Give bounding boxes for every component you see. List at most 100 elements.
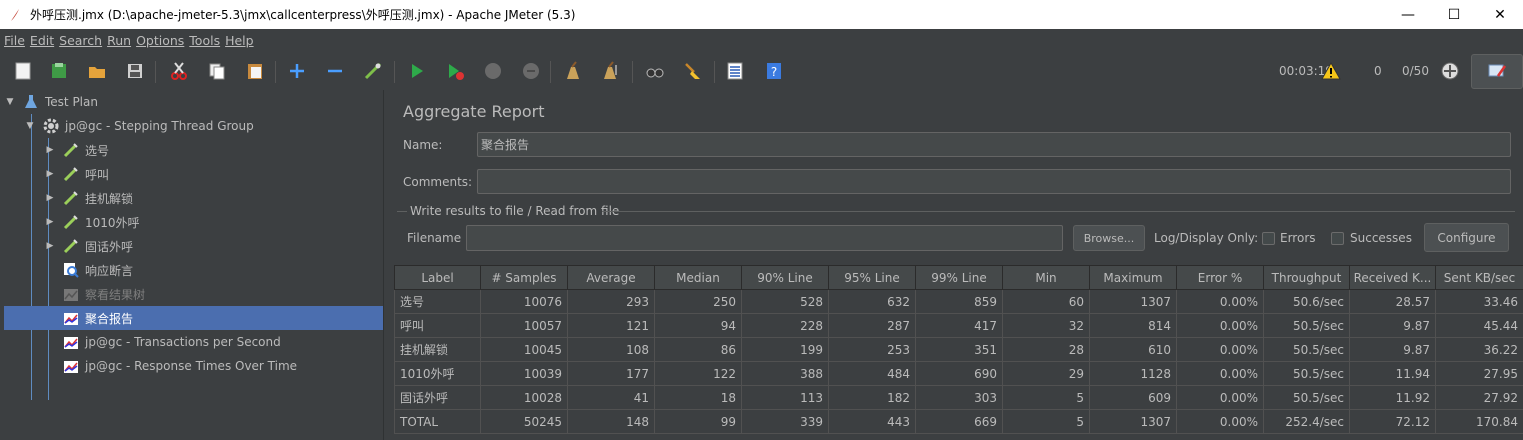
errors-checkbox[interactable] — [1262, 232, 1275, 245]
table-cell: 0.00% — [1176, 289, 1264, 314]
start-no-pauses-icon[interactable] — [444, 60, 466, 82]
search-binoculars-icon[interactable] — [644, 60, 666, 82]
column-header[interactable]: 95% Line — [828, 265, 916, 290]
chevron-down-icon[interactable]: ▼ — [24, 121, 36, 131]
comments-field[interactable] — [477, 169, 1511, 194]
menu-file[interactable]: File — [4, 33, 25, 48]
column-header[interactable]: 99% Line — [915, 265, 1003, 290]
successes-checkbox[interactable] — [1331, 232, 1344, 245]
save-icon[interactable] — [124, 60, 146, 82]
tree-node-assertion[interactable]: 响应断言 — [62, 258, 383, 282]
column-header[interactable]: 90% Line — [741, 265, 829, 290]
chevron-right-icon[interactable]: ▶ — [44, 217, 56, 227]
chevron-right-icon[interactable]: ▶ — [44, 193, 56, 203]
clear-all-icon[interactable] — [600, 60, 622, 82]
tree-node-thread-group[interactable]: ▼ jp@gc - Stepping Thread Group — [24, 114, 383, 138]
title-bar: 外呼压测.jmx (D:\apache-jmeter-5.3\jmx\callc… — [0, 0, 1523, 29]
chevron-right-icon[interactable]: ▶ — [44, 169, 56, 179]
column-header[interactable]: Received K... — [1349, 265, 1436, 290]
table-cell: 148 — [567, 409, 655, 434]
menu-search[interactable]: Search — [59, 33, 102, 48]
table-cell: 5 — [1002, 409, 1090, 434]
table-cell: 632 — [828, 289, 916, 314]
table-row[interactable]: TOTAL 50245 148 99 339 443 669 5 1307 0.00% 252.4/… — [394, 409, 1523, 434]
table-cell: 50245 — [480, 409, 568, 434]
tree-node-sampler-1[interactable]: ▶ 选号 — [44, 138, 383, 162]
column-header[interactable]: Maximum — [1089, 265, 1177, 290]
table-row[interactable]: 固话外呼 10028 41 18 113 182 303 5 609 0.00% 50.5/sec 1… — [394, 385, 1523, 410]
column-header[interactable]: Average — [567, 265, 655, 290]
name-field[interactable]: 聚合报告 — [477, 132, 1511, 157]
new-icon[interactable] — [12, 60, 34, 82]
table-row[interactable]: 1010外呼 10039 177 122 388 484 690 29 1128 0.00% 50.… — [394, 361, 1523, 386]
templates-icon[interactable] — [48, 60, 70, 82]
help-icon[interactable]: ? — [763, 60, 785, 82]
reset-search-broom-icon[interactable] — [682, 60, 704, 82]
cut-icon[interactable] — [168, 60, 190, 82]
tree-node-rt-listener[interactable]: jp@gc - Response Times Over Time — [62, 354, 383, 378]
row-label-cell: TOTAL — [394, 409, 481, 434]
table-cell: 170.84 — [1435, 409, 1523, 434]
table-cell: 29 — [1002, 361, 1090, 386]
table-cell: 60 — [1002, 289, 1090, 314]
maximize-button[interactable]: ☐ — [1431, 0, 1477, 29]
tree-node-tps-listener[interactable]: jp@gc - Transactions per Second — [62, 330, 383, 354]
column-header[interactable]: Min — [1002, 265, 1090, 290]
toggle-icon[interactable] — [362, 60, 384, 82]
test-plan-icon — [22, 93, 40, 111]
file-group-title: Write results to file / Read from file — [410, 204, 620, 218]
row-label-cell: 呼叫 — [394, 313, 481, 338]
paste-icon[interactable] — [244, 60, 266, 82]
remote-engine-icon[interactable] — [1439, 60, 1461, 82]
function-helper-icon[interactable] — [724, 60, 746, 82]
stop-icon[interactable] — [482, 60, 504, 82]
login-remote-button[interactable] — [1471, 54, 1523, 89]
warning-icon[interactable] — [1320, 60, 1342, 82]
configure-button[interactable]: Configure — [1424, 223, 1509, 252]
tree-node-sampler-2[interactable]: ▶ 呼叫 — [44, 162, 383, 186]
column-header[interactable]: Label — [394, 265, 481, 290]
chevron-right-icon[interactable]: ▶ — [44, 241, 56, 251]
chevron-down-icon[interactable]: ▼ — [4, 97, 16, 107]
split-pane-divider[interactable] — [383, 90, 392, 440]
comments-label: Comments: — [403, 175, 473, 189]
tree-node-test-plan[interactable]: ▼ Test Plan — [4, 90, 383, 114]
shutdown-icon[interactable] — [520, 60, 542, 82]
menu-run[interactable]: Run — [107, 33, 131, 48]
table-cell: 443 — [828, 409, 916, 434]
table-row[interactable]: 呼叫 10057 121 94 228 287 417 32 814 0.00% 50.5/sec 9… — [394, 313, 1523, 338]
copy-icon[interactable] — [206, 60, 228, 82]
tree-node-sampler-3[interactable]: ▶ 挂机解锁 — [44, 186, 383, 210]
menu-options[interactable]: Options — [136, 33, 184, 48]
minimize-button[interactable]: — — [1385, 0, 1431, 29]
clear-icon[interactable] — [562, 60, 584, 82]
menu-help[interactable]: Help — [225, 33, 254, 48]
tree-node-view-results-tree[interactable]: 察看结果树 — [62, 282, 383, 306]
menu-edit[interactable]: Edit — [30, 33, 54, 48]
column-header[interactable]: Error % — [1176, 265, 1264, 290]
table-cell: 36.22 — [1435, 337, 1523, 362]
column-header[interactable]: Throughput — [1263, 265, 1350, 290]
menu-tools[interactable]: Tools — [189, 33, 220, 48]
close-button[interactable]: ✕ — [1477, 0, 1523, 29]
row-label-cell: 挂机解锁 — [394, 337, 481, 362]
table-row[interactable]: 选号 10076 293 250 528 632 859 60 1307 0.00% 50.6/se… — [394, 289, 1523, 314]
column-header[interactable]: Median — [654, 265, 742, 290]
table-header-row: Label # Samples Average Median 90% Line … — [394, 265, 1523, 290]
column-header[interactable]: Sent KB/sec — [1435, 265, 1523, 290]
column-header[interactable]: # Samples — [480, 265, 568, 290]
tree-node-aggregate-report[interactable]: 聚合报告 — [4, 306, 383, 330]
table-cell: 351 — [915, 337, 1003, 362]
chevron-right-icon[interactable]: ▶ — [44, 145, 56, 155]
tree-node-sampler-5[interactable]: ▶ 固话外呼 — [44, 234, 383, 258]
browse-button[interactable]: Browse... — [1073, 225, 1145, 251]
tree-node-label: 1010外呼 — [85, 215, 140, 230]
collapse-all-icon[interactable] — [324, 60, 346, 82]
table-row[interactable]: 挂机解锁 10045 108 86 199 253 351 28 610 0.00% 50.5/se… — [394, 337, 1523, 362]
tree-node-sampler-4[interactable]: ▶ 1010外呼 — [44, 210, 383, 234]
start-icon[interactable] — [406, 60, 428, 82]
filename-field[interactable] — [466, 225, 1063, 251]
open-icon[interactable] — [86, 60, 108, 82]
expand-all-icon[interactable] — [286, 60, 308, 82]
table-cell: 50.5/sec — [1263, 385, 1350, 410]
